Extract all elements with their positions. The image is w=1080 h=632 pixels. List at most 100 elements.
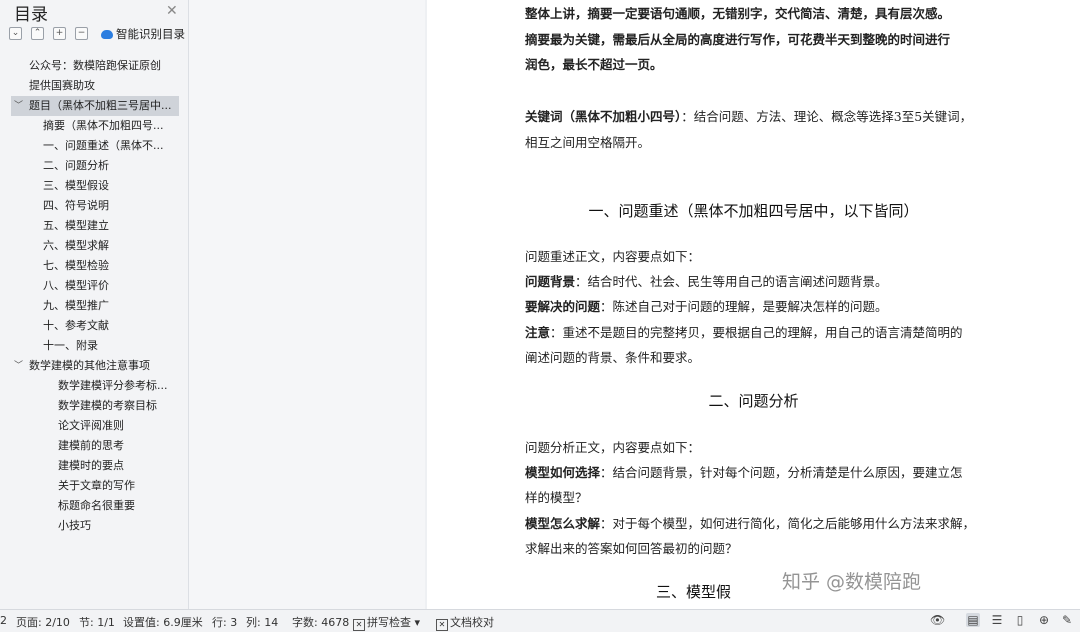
pen-icon[interactable]: ✎ <box>1060 613 1074 627</box>
status-col: 列: 14 <box>246 616 279 629</box>
toc-item[interactable]: 二、问题分析 <box>0 156 186 176</box>
watermark: 知乎 @数模陪跑 <box>782 571 922 593</box>
heading-analysis: 二、问题分析 <box>708 392 799 410</box>
toc-item-label: 摘要（黑体不加粗四号... <box>43 119 164 132</box>
restatement-intro: 问题重述正文，内容要点如下： <box>525 249 701 264</box>
toc-item[interactable]: 九、模型推广 <box>0 296 186 316</box>
toc-item-label: 数学建模评分参考标... <box>58 379 168 392</box>
toc-item[interactable]: 论文评阅准则 <box>0 416 186 436</box>
toc-item[interactable]: ﹀ 题目（黑体不加粗三号居中... <box>11 96 179 116</box>
status-bar: 2 页面: 2/10 节: 1/1 设置值: 6.9厘米 行: 3 列: 14 … <box>0 609 1080 632</box>
toc-panel: 目录 ✕ ⌄ ⌃ + − 智能识别目录 公众号：数模陪跑保证原创 提供国赛助攻 ﹀ 题… <box>0 0 189 609</box>
toc-item-label: 七、模型检验 <box>43 259 109 272</box>
keywords-text: ：结合问题、方法、理论、概念等选择3至5关键词， <box>681 109 973 124</box>
toc-item[interactable]: 公众号：数模陪跑保证原创 <box>0 56 186 76</box>
item-text: ：结合问题背景，针对每个问题，分析清楚是什么原因，要建立怎 <box>600 465 963 480</box>
toc-item[interactable]: 关于文章的写作 <box>0 476 186 496</box>
spell-check-button[interactable]: ✕ 拼写检查 ▾ <box>353 614 420 631</box>
item-label: 问题背景 <box>525 274 576 289</box>
status-page[interactable]: 页面: 2/10 <box>16 614 70 630</box>
item-label: 要解决的问题 <box>525 299 601 314</box>
status-words[interactable]: 字数: 4678 <box>292 614 349 630</box>
status-setting: 设置值: 6.9厘米 <box>123 616 203 629</box>
toc-item[interactable]: 六、模型求解 <box>0 236 186 256</box>
toc-item-label: 提供国赛助攻 <box>29 79 95 92</box>
smart-toc-button[interactable]: 智能识别目录 <box>101 26 185 42</box>
item-text: ：重述不是题目的完整拷贝，要根据自己的理解，用自己的语言清楚简明的 <box>550 325 963 340</box>
toc-item-label: 建模时的要点 <box>58 459 124 472</box>
outline-view-icon[interactable]: ☰ <box>990 613 1004 627</box>
toc-item[interactable]: ﹀ 数学建模的其他注意事项 <box>0 356 186 376</box>
toc-item-label: 十、参考文献 <box>43 319 109 332</box>
toc-item[interactable]: 四、符号说明 <box>0 196 186 216</box>
doc-proof-button[interactable]: ✕ 文档校对 <box>436 614 494 631</box>
toc-item[interactable]: 五、模型建立 <box>0 216 186 236</box>
toc-item[interactable]: 建模时的要点 <box>0 456 186 476</box>
item-text: ：对于每个模型，如何进行简化，简化之后能够用什么方法来求解， <box>600 516 976 531</box>
heading-assumptions: 三、模型假 <box>655 583 731 601</box>
toc-item-label: 八、模型评价 <box>43 279 109 292</box>
item-label: 模型怎么求解 <box>525 516 601 531</box>
keywords-label: 关键词（黑体不加粗小四号） <box>525 109 682 124</box>
toc-item-label: 十一、附录 <box>43 339 98 352</box>
toc-item[interactable]: 八、模型评价 <box>0 276 186 296</box>
analysis-item: 模型如何选择：结合问题背景，针对每个问题，分析清楚是什么原因，要建立怎 <box>525 462 963 481</box>
abstract-line-1: 整体上讲，摘要一定要语句通顺，无错别字，交代简洁、清楚，具有层次感。 <box>525 6 951 21</box>
heading-restatement: 一、问题重述（黑体不加粗四号居中，以下皆同） <box>588 202 919 220</box>
item-text: ：陈述自己对于问题的理解，是要解决怎样的问题。 <box>600 299 888 314</box>
restatement-item: 要解决的问题：陈述自己对于问题的理解，是要解决怎样的问题。 <box>525 296 888 315</box>
toc-item[interactable]: 提供国赛助攻 <box>0 76 186 96</box>
keywords-line-2: 相互之间用空格隔开。 <box>525 135 651 150</box>
restatement-item: 问题背景：结合时代、社会、民生等用自己的语言阐述问题背景。 <box>525 271 888 290</box>
chevron-down-icon[interactable]: ﹀ <box>14 96 23 116</box>
cloud-icon <box>101 30 113 39</box>
toc-item-label: 关于文章的写作 <box>58 479 135 492</box>
eye-icon[interactable]: 👁 <box>930 613 945 627</box>
toc-item-label: 九、模型推广 <box>43 299 109 312</box>
toc-item[interactable]: 十、参考文献 <box>0 316 186 336</box>
restatement-item-line-2: 阐述问题的背景、条件和要求。 <box>525 350 701 365</box>
analysis-item-line-2: 求解出来的答案如何回答最初的问题？ <box>525 541 738 556</box>
check-icon: ✕ <box>353 619 365 631</box>
toc-item-label: 二、问题分析 <box>43 159 109 172</box>
item-text: ：结合时代、社会、民生等用自己的语言阐述问题背景。 <box>575 274 888 289</box>
page-gutter <box>189 0 425 609</box>
toc-item-label: 公众号：数模陪跑保证原创 <box>29 59 161 72</box>
toc-item[interactable]: 数学建模的考察目标 <box>0 396 186 416</box>
add-heading-icon[interactable]: + <box>53 27 66 40</box>
toc-title: 目录 <box>14 5 48 25</box>
remove-heading-icon[interactable]: − <box>75 27 88 40</box>
analysis-item-line-2: 样的模型？ <box>525 490 588 505</box>
toc-item[interactable]: 摘要（黑体不加粗四号... <box>0 116 186 136</box>
toc-item[interactable]: 标题命名很重要 <box>0 496 186 516</box>
toc-item-label: 论文评阅准则 <box>58 419 124 432</box>
item-label: 模型如何选择 <box>525 465 601 480</box>
restatement-item: 注意：重述不是题目的完整拷贝，要根据自己的理解，用自己的语言清楚简明的 <box>525 322 963 341</box>
toc-item[interactable]: 十一、附录 <box>0 336 186 356</box>
toc-item-label: 题目（黑体不加粗三号居中... <box>29 99 172 112</box>
close-icon[interactable]: ✕ <box>166 3 178 19</box>
page-view-icon[interactable]: ▤ <box>966 613 980 627</box>
toc-item[interactable]: 小技巧 <box>0 516 186 536</box>
toc-item[interactable]: 一、问题重述（黑体不... <box>0 136 186 156</box>
toc-item-label: 一、问题重述（黑体不... <box>43 139 164 152</box>
abstract-line-3: 润色，最长不超过一页。 <box>525 57 663 72</box>
toc-item[interactable]: 七、模型检验 <box>0 256 186 276</box>
collapse-all-icon[interactable]: ⌄ <box>9 27 22 40</box>
toc-item[interactable]: 建模前的思考 <box>0 436 186 456</box>
web-view-icon[interactable]: ⊕ <box>1037 613 1051 627</box>
status-edge: 2 <box>0 614 7 627</box>
check-icon: ✕ <box>436 619 448 631</box>
expand-up-icon[interactable]: ⌃ <box>31 27 44 40</box>
toc-item[interactable]: 数学建模评分参考标... <box>0 376 186 396</box>
chevron-down-icon[interactable]: ﹀ <box>14 356 23 376</box>
analysis-item: 模型怎么求解：对于每个模型，如何进行简化，简化之后能够用什么方法来求解， <box>525 513 975 532</box>
toc-item-label: 四、符号说明 <box>43 199 109 212</box>
document-page[interactable]: 整体上讲，摘要一定要语句通顺，无错别字，交代简洁、清楚，具有层次感。 摘要最为关… <box>427 0 1080 609</box>
toc-item[interactable]: 三、模型假设 <box>0 176 186 196</box>
toc-item-label: 五、模型建立 <box>43 219 109 232</box>
status-row: 行: 3 <box>212 616 238 629</box>
toc-item-label: 数学建模的考察目标 <box>58 399 157 412</box>
toc-item-label: 标题命名很重要 <box>58 499 135 512</box>
read-view-icon[interactable]: ▯ <box>1013 613 1027 627</box>
